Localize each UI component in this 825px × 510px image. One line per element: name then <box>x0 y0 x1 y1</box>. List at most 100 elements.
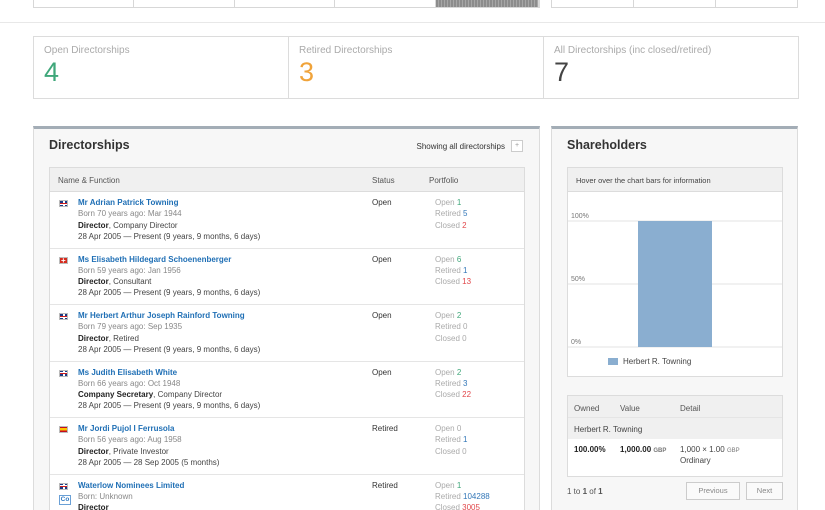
portfolio-counts: Open 2 Retired 0 Closed 0 <box>435 310 467 344</box>
role-title: Company Secretary <box>78 390 154 400</box>
y-tick-label: 0% <box>571 339 581 346</box>
person-details: Mr Herbert Arthur Joseph Rainford Townin… <box>78 310 378 355</box>
portfolio-label: Open <box>435 480 455 490</box>
occupation: , Retired <box>108 333 139 343</box>
table-row: Mr Adrian Patrick Towning Born 70 years a… <box>50 192 524 249</box>
column-header-portfolio[interactable]: Portfolio <box>429 176 458 185</box>
person-born: Born: Unknown <box>78 491 133 501</box>
stat-value: 7 <box>554 57 570 87</box>
pagination-text: 1 to <box>567 487 583 496</box>
portfolio-closed-count: 2 <box>462 220 467 230</box>
chart-legend[interactable]: Herbert R. Towning <box>608 357 691 366</box>
top-tab[interactable] <box>716 0 797 7</box>
portfolio-label: Open <box>435 254 455 264</box>
portfolio-retired[interactable]: Retired 1 <box>435 265 471 276</box>
person-name-link[interactable]: Ms Elisabeth Hildegard Schoenenberger <box>78 254 378 265</box>
country-flag-icon <box>59 255 68 266</box>
table-row: Co Waterlow Nominees Limited Born: Unknown… <box>50 475 524 510</box>
portfolio-label: Retired <box>435 209 461 219</box>
stat-retired-directorships[interactable]: Retired Directorships 3 <box>289 37 544 98</box>
person-born: Born 70 years ago: Mar 1944 <box>78 209 182 219</box>
directorships-panel: Directorships Showing all directorships … <box>33 126 540 510</box>
portfolio-open[interactable]: Open 2 <box>435 310 467 321</box>
portfolio-open-count: 1 <box>456 198 462 207</box>
portfolio-label: Closed <box>435 220 460 230</box>
portfolio-retired[interactable]: Retired 104288 <box>435 491 490 502</box>
portfolio-retired[interactable]: Retired 0 <box>435 321 467 332</box>
person-role: Director <box>78 502 378 510</box>
occupation: , Company Director <box>153 390 223 400</box>
top-tab-active[interactable] <box>436 0 539 7</box>
directorship-status: Open <box>372 254 392 264</box>
column-header-value[interactable]: Value <box>620 404 640 413</box>
share-value-amount: 1,000.00 <box>620 445 652 454</box>
portfolio-retired[interactable]: Retired 3 <box>435 378 471 389</box>
portfolio-closed-count: 3005 <box>462 503 480 510</box>
portfolio-open[interactable]: Open 6 <box>435 254 471 265</box>
next-button[interactable]: Next <box>746 482 783 500</box>
portfolio-closed[interactable]: Closed 0 <box>435 333 467 344</box>
shareholders-chart: Hover over the chart bars for informatio… <box>567 167 783 377</box>
previous-button[interactable]: Previous <box>686 482 740 500</box>
chart-bar[interactable] <box>638 221 712 347</box>
portfolio-closed[interactable]: Closed 3005 <box>435 502 490 510</box>
person-name-link[interactable]: Mr Adrian Patrick Towning <box>78 197 378 208</box>
person-role: Director, Private Investor <box>78 446 378 457</box>
person-role: Director, Company Director <box>78 220 378 231</box>
person-details: Ms Judith Elisabeth White Born 66 years a… <box>78 367 378 412</box>
portfolio-open[interactable]: Open 1 <box>435 480 490 491</box>
portfolio-open[interactable]: Open 1 <box>435 197 467 208</box>
top-tab[interactable] <box>134 0 235 7</box>
ownership-table: Owned Value Detail Herbert R. Towning 10… <box>567 395 783 477</box>
portfolio-closed[interactable]: Closed 13 <box>435 276 471 287</box>
directorship-status: Retired <box>372 480 398 490</box>
portfolio-label: Retired <box>435 378 461 388</box>
portfolio-closed[interactable]: Closed 22 <box>435 389 471 400</box>
top-tab[interactable] <box>235 0 336 7</box>
stat-label: Open Directorships <box>44 45 130 56</box>
person-name-link[interactable]: Ms Judith Elisabeth White <box>78 367 378 378</box>
portfolio-counts: Open 1 Retired 104288 Closed 3005 <box>435 480 490 510</box>
person-name-link[interactable]: Mr Herbert Arthur Joseph Rainford Townin… <box>78 310 378 321</box>
panel-title: Shareholders <box>567 138 647 152</box>
column-header-name[interactable]: Name & Function <box>58 176 120 185</box>
column-header-detail[interactable]: Detail <box>680 404 700 413</box>
appointment-dates: 28 Apr 2005 — Present (9 years, 9 months… <box>78 344 261 354</box>
person-name-link[interactable]: Mr Jordi Pujol I Ferrusola <box>78 423 378 434</box>
person-role: Company Secretary, Company Director <box>78 389 378 400</box>
top-tab[interactable] <box>335 0 437 7</box>
role-title: Director <box>78 446 109 456</box>
directorships-table: Name & Function Status Portfolio Mr Adri… <box>49 167 525 510</box>
stat-label: All Directorships (inc closed/retired) <box>554 45 712 56</box>
column-header-status[interactable]: Status <box>372 176 395 185</box>
country-flag-icon <box>59 426 68 433</box>
column-header-owned[interactable]: Owned <box>574 404 599 413</box>
portfolio-retired[interactable]: Retired 1 <box>435 434 467 445</box>
pagination-text: of <box>587 487 599 496</box>
stat-all-directorships[interactable]: All Directorships (inc closed/retired) 7 <box>544 37 798 98</box>
portfolio-open-count: 0 <box>456 424 462 433</box>
portfolio-closed[interactable]: Closed 0 <box>435 446 467 457</box>
portfolio-closed[interactable]: Closed 2 <box>435 220 467 231</box>
table-header: Name & Function Status Portfolio <box>50 168 524 192</box>
directorship-status: Retired <box>372 424 398 433</box>
portfolio-label: Closed <box>435 446 460 456</box>
portfolio-label: Closed <box>435 390 460 400</box>
stat-open-directorships[interactable]: Open Directorships 4 <box>34 37 289 98</box>
filter-toggle-button[interactable]: + <box>511 140 523 152</box>
person-name-link[interactable]: Waterlow Nominees Limited <box>78 480 378 491</box>
portfolio-open[interactable]: Open 2 <box>435 367 471 378</box>
portfolio-open[interactable]: Open 0 <box>435 423 467 434</box>
shareholder-name-row: Herbert R. Towning <box>568 417 782 439</box>
appointment-dates: 28 Apr 2005 — 28 Sep 2005 (5 months) <box>78 457 220 467</box>
portfolio-label: Retired <box>435 491 461 501</box>
portfolio-closed-count: 0 <box>462 333 467 343</box>
role-title: Director <box>78 220 109 230</box>
portfolio-retired[interactable]: Retired 5 <box>435 208 467 219</box>
top-tab-bar <box>33 0 540 8</box>
top-tab[interactable] <box>634 0 716 7</box>
top-tab[interactable] <box>552 0 634 7</box>
divider <box>0 22 825 23</box>
top-tab[interactable] <box>34 0 134 7</box>
share-detail: 1,000 × 1.00 GBP <box>680 445 740 454</box>
